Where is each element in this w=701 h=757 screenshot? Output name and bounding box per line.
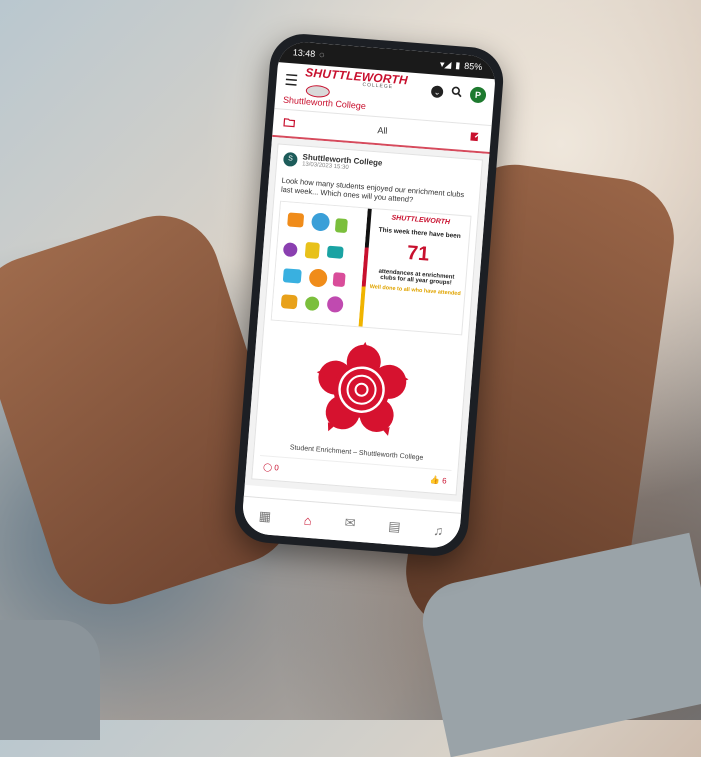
enrichment-graphic[interactable]: SHUTTLEWORTH This week there have been 7… [270, 200, 472, 336]
home-icon[interactable]: ⌂ [303, 512, 312, 528]
tudor-rose-logo [261, 320, 462, 453]
like-button[interactable]: 👍 6 [430, 475, 447, 485]
chevron-down-icon[interactable]: ⌄ [430, 85, 444, 99]
filter-label[interactable]: All [377, 125, 388, 136]
club-icons-collage [271, 201, 369, 327]
post-avatar: S [282, 151, 298, 167]
phone-screen: 13:48 ◌ ▾◢ ▮ 85% ☰ SHUTTLEWORTH COLLEGE … [240, 40, 498, 550]
battery-level: 85% [463, 60, 483, 73]
post-card: S Shuttleworth College 13/03/2023 15:30 … [251, 143, 483, 496]
user-avatar[interactable]: P [469, 86, 487, 104]
promo-text-panel: SHUTTLEWORTH This week there have been 7… [363, 209, 471, 334]
post-header: S Shuttleworth College 13/03/2023 15:30 [282, 151, 476, 181]
status-time: 13:48 [292, 47, 316, 60]
comment-count: 0 [274, 462, 280, 473]
sleeve-left [0, 620, 100, 740]
mail-icon[interactable]: ✉ [344, 515, 356, 532]
signal-icon: ▾◢ [439, 58, 452, 70]
hamburger-icon[interactable]: ☰ [284, 71, 301, 90]
rose-icon [316, 341, 409, 436]
folder-icon[interactable] [283, 116, 296, 130]
calendar-icon[interactable]: ▤ [388, 518, 401, 535]
promo-line1: This week there have been [378, 226, 462, 240]
news-feed: S Shuttleworth College 13/03/2023 15:30 … [244, 136, 490, 502]
whatsapp-icon: ◌ [318, 49, 325, 60]
comment-button[interactable]: ◯ 0 [263, 462, 279, 472]
bell-icon[interactable]: ♫ [433, 522, 444, 538]
bottom-navigation: ▦ ⌂ ✉ ▤ ♫ [240, 495, 462, 550]
grid-icon[interactable]: ▦ [258, 508, 271, 525]
thumbs-up-icon: 👍 [429, 475, 441, 485]
phone: 13:48 ◌ ▾◢ ▮ 85% ☰ SHUTTLEWORTH COLLEGE … [232, 31, 506, 559]
promo-brand: SHUTTLEWORTH [391, 214, 451, 226]
attendance-count: 71 [406, 241, 431, 266]
comment-icon: ◯ [262, 461, 273, 472]
edit-icon[interactable] [469, 130, 481, 145]
logo-subtitle: COLLEGE [362, 81, 394, 91]
logo-oval [305, 84, 331, 99]
like-count: 6 [441, 476, 448, 486]
battery-icon: ▮ [454, 59, 461, 70]
search-icon[interactable] [451, 86, 463, 101]
